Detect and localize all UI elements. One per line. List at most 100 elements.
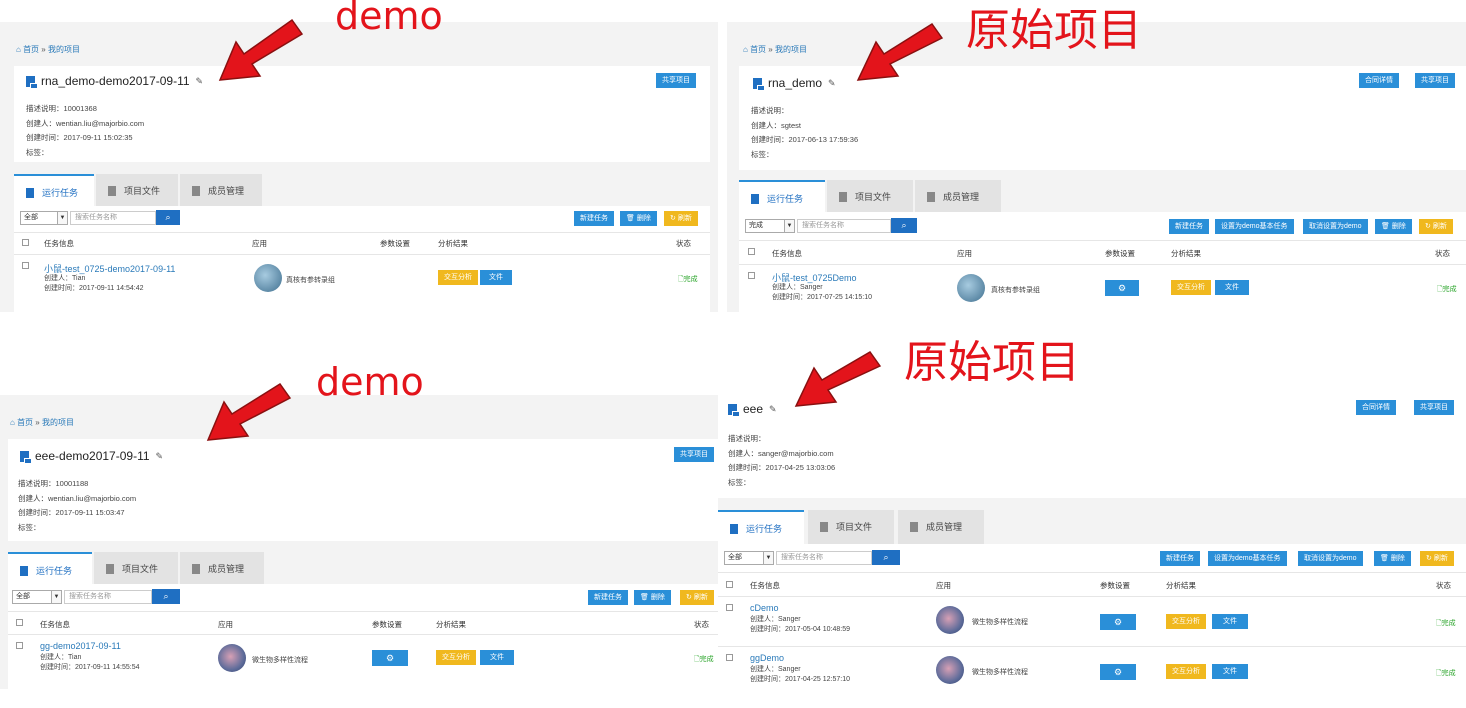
project-info: 描述说明：10001188 创建人：wentian.liu@majorbio.c… <box>18 477 136 535</box>
interactive-analysis-button[interactable]: 交互分析 <box>438 270 478 285</box>
contract-details-button[interactable]: 合同详情 <box>1359 73 1399 88</box>
tab-running-tasks[interactable]: 运行任务 <box>14 174 94 208</box>
status-filter-select[interactable]: 全部 ▼ <box>12 590 62 604</box>
delete-button[interactable]: 🗑 删除 <box>634 590 671 605</box>
new-task-button[interactable]: 新建任务 <box>1169 219 1209 234</box>
params-settings-button[interactable]: ⚙ <box>1100 664 1136 680</box>
share-project-button[interactable]: 共享项目 <box>674 447 714 462</box>
new-task-button[interactable]: 新建任务 <box>588 590 628 605</box>
tab-member-management[interactable]: 成员管理 <box>915 180 1001 214</box>
interactive-analysis-button[interactable]: 交互分析 <box>436 650 476 665</box>
share-project-button[interactable]: 共享项目 <box>656 73 696 88</box>
edit-icon[interactable]: ✎ <box>156 451 164 462</box>
row-checkbox[interactable] <box>22 262 29 269</box>
new-task-button[interactable]: 新建任务 <box>1160 551 1200 566</box>
chevron-down-icon: ▼ <box>763 552 773 564</box>
task-name-link[interactable]: gg-demo2017-09-11 <box>40 641 121 651</box>
search-button[interactable]: ⌕ <box>152 589 180 604</box>
file-button[interactable]: 文件 <box>1212 664 1248 679</box>
file-button[interactable]: 文件 <box>480 270 512 285</box>
info-created-time: 创建时间：2017-09-11 15:02:35 <box>26 133 133 142</box>
tab-member-management[interactable]: 成员管理 <box>180 174 262 208</box>
file-icon <box>106 564 114 574</box>
refresh-button[interactable]: ↻ 刷新 <box>680 590 714 605</box>
params-settings-button[interactable]: ⚙ <box>372 650 408 666</box>
search-button[interactable]: ⌕ <box>872 550 900 565</box>
delete-button[interactable]: 🗑 删除 <box>1375 219 1412 234</box>
tab-member-management[interactable]: 成员管理 <box>180 552 264 586</box>
set-demo-button[interactable]: 设置为demo基本任务 <box>1215 219 1294 234</box>
search-input[interactable]: 搜索任务名称 <box>776 551 872 565</box>
search-input[interactable]: 搜索任务名称 <box>70 211 156 225</box>
search-input[interactable]: 搜索任务名称 <box>64 590 152 604</box>
share-project-button[interactable]: 共享项目 <box>1414 400 1454 415</box>
row-checkbox[interactable] <box>726 654 733 661</box>
interactive-analysis-button[interactable]: 交互分析 <box>1166 664 1206 679</box>
breadcrumb-current[interactable]: 我的项目 <box>42 418 74 427</box>
refresh-button[interactable]: ↻ 刷新 <box>664 211 698 226</box>
file-button[interactable]: 文件 <box>1215 280 1249 295</box>
file-button[interactable]: 文件 <box>480 650 514 665</box>
row-checkbox[interactable] <box>726 604 733 611</box>
status-done: 🗋完成 <box>1437 284 1457 296</box>
tab-project-files[interactable]: 项目文件 <box>827 180 913 214</box>
chevron-down-icon: ▼ <box>57 212 67 224</box>
interactive-analysis-button[interactable]: 交互分析 <box>1171 280 1211 295</box>
task-meta: 创建人：Sanger 创建时间：2017-05-04 10:48:59 <box>750 615 850 635</box>
contract-details-button[interactable]: 合同详情 <box>1356 400 1396 415</box>
params-settings-button[interactable]: ⚙ <box>1105 280 1139 296</box>
tab-running-tasks[interactable]: 运行任务 <box>718 510 804 544</box>
task-name-link[interactable]: cDemo <box>750 603 779 613</box>
row-checkbox[interactable] <box>748 272 755 279</box>
edit-icon[interactable]: ✎ <box>196 76 204 87</box>
tab-label: 项目文件 <box>124 186 161 196</box>
select-all-checkbox[interactable] <box>16 619 23 626</box>
search-button[interactable]: ⌕ <box>891 218 917 233</box>
refresh-button[interactable]: ↻ 刷新 <box>1419 219 1453 234</box>
tab-project-files[interactable]: 项目文件 <box>808 510 894 544</box>
select-all-checkbox[interactable] <box>22 239 29 246</box>
search-input[interactable]: 搜索任务名称 <box>797 219 891 233</box>
interactive-analysis-button[interactable]: 交互分析 <box>1166 614 1206 629</box>
breadcrumb-home[interactable]: 首页 <box>23 45 39 54</box>
select-all-checkbox[interactable] <box>726 581 733 588</box>
tab-project-files[interactable]: 项目文件 <box>96 174 178 208</box>
gear-icon: ⚙ <box>385 653 395 663</box>
select-all-checkbox[interactable] <box>748 248 755 255</box>
delete-button[interactable]: 🗑 删除 <box>620 211 657 226</box>
panel-original-eee: eee ✎ 合同详情 共享项目 描述说明： 创建人：sanger@majorbi… <box>718 392 1466 700</box>
column-results: 分析结果 <box>1166 581 1196 590</box>
set-demo-button[interactable]: 设置为demo基本任务 <box>1208 551 1287 566</box>
task-name-link[interactable]: ggDemo <box>750 653 784 663</box>
tab-running-tasks[interactable]: 运行任务 <box>8 552 92 586</box>
status-filter-select[interactable]: 全部 ▼ <box>724 551 774 565</box>
edit-icon[interactable]: ✎ <box>828 78 836 89</box>
edit-icon[interactable]: ✎ <box>769 404 777 415</box>
params-settings-button[interactable]: ⚙ <box>1100 614 1136 630</box>
status-filter-select[interactable]: 完成 ▼ <box>745 219 795 233</box>
breadcrumb-current[interactable]: 我的项目 <box>775 45 807 54</box>
breadcrumb-current[interactable]: 我的项目 <box>48 45 80 54</box>
search-button[interactable]: ⌕ <box>156 210 180 225</box>
file-icon <box>820 522 828 532</box>
refresh-icon: ↻ <box>1426 555 1432 562</box>
task-meta: 创建人：Tian 创建时间：2017-09-11 14:55:54 <box>40 653 139 673</box>
status-filter-select[interactable]: 全部 ▼ <box>20 211 68 225</box>
tab-running-tasks[interactable]: 运行任务 <box>739 180 825 214</box>
new-task-button[interactable]: 新建任务 <box>574 211 614 226</box>
breadcrumb-home[interactable]: 首页 <box>17 418 33 427</box>
share-project-button[interactable]: 共享项目 <box>1415 73 1455 88</box>
unset-demo-button[interactable]: 取消设置为demo <box>1303 219 1368 234</box>
refresh-button[interactable]: ↻ 刷新 <box>1420 551 1454 566</box>
delete-button[interactable]: 🗑 删除 <box>1374 551 1411 566</box>
tab-project-files[interactable]: 项目文件 <box>94 552 178 586</box>
annotation-demo-bottom: demo <box>316 360 424 404</box>
status-label: 完成 <box>1442 286 1457 293</box>
breadcrumb-home[interactable]: 首页 <box>750 45 766 54</box>
unset-demo-button[interactable]: 取消设置为demo <box>1298 551 1363 566</box>
tab-member-management[interactable]: 成员管理 <box>898 510 984 544</box>
row-checkbox[interactable] <box>16 642 23 649</box>
search-icon: ⌕ <box>165 212 171 222</box>
file-button[interactable]: 文件 <box>1212 614 1248 629</box>
document-icon <box>20 450 32 464</box>
